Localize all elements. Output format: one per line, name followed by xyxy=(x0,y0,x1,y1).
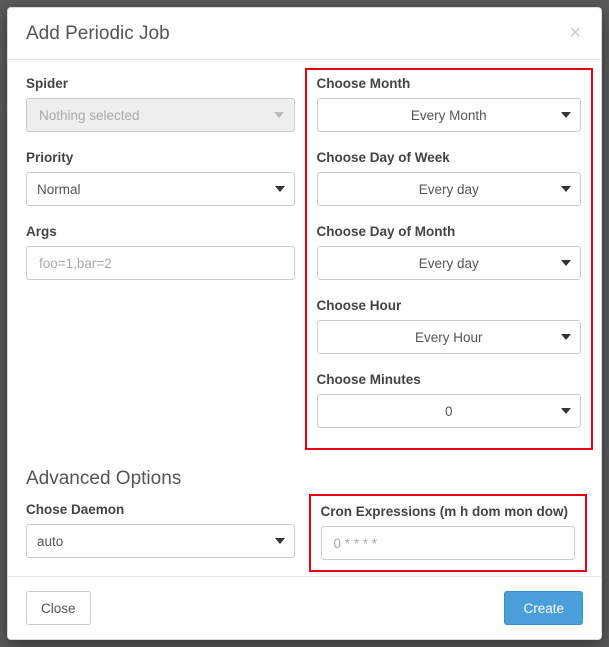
month-group: Choose Month Every Month xyxy=(317,76,582,132)
priority-label: Priority xyxy=(26,150,295,165)
dow-label: Choose Day of Week xyxy=(317,150,582,165)
dom-group: Choose Day of Month Every day xyxy=(317,224,582,280)
minutes-group: Choose Minutes 0 xyxy=(317,372,582,428)
dow-select[interactable]: Every day xyxy=(317,172,582,206)
cron-group: Cron Expressions (m h dom mon dow) xyxy=(321,504,576,560)
advanced-options-title: Advanced Options xyxy=(26,468,583,490)
spider-select[interactable]: Nothing selected xyxy=(26,98,295,132)
daemon-select[interactable]: auto xyxy=(26,524,295,558)
modal-body: Spider Nothing selected Priority Normal xyxy=(8,60,601,576)
daemon-group: Chose Daemon auto xyxy=(26,502,295,558)
minutes-label: Choose Minutes xyxy=(317,372,582,387)
background-text: j xyxy=(2,48,5,63)
close-icon[interactable]: × xyxy=(567,23,583,43)
schedule-highlight-box: Choose Month Every Month Choose Day of W… xyxy=(305,68,594,450)
cron-label: Cron Expressions (m h dom mon dow) xyxy=(321,504,576,519)
daemon-column: Chose Daemon auto xyxy=(26,502,295,576)
hour-select[interactable]: Every Hour xyxy=(317,320,582,354)
minutes-select[interactable]: 0 xyxy=(317,394,582,428)
dow-group: Choose Day of Week Every day xyxy=(317,150,582,206)
chevron-down-icon xyxy=(274,112,284,118)
modal-title: Add Periodic Job xyxy=(26,23,170,45)
create-button[interactable]: Create xyxy=(504,591,583,625)
left-column: Spider Nothing selected Priority Normal xyxy=(26,76,295,450)
spider-group: Spider Nothing selected xyxy=(26,76,295,132)
dom-label: Choose Day of Month xyxy=(317,224,582,239)
priority-select[interactable]: Normal xyxy=(26,172,295,206)
spider-select-value: Nothing selected xyxy=(39,108,140,123)
close-button[interactable]: Close xyxy=(26,591,91,625)
hour-label: Choose Hour xyxy=(317,298,582,313)
spider-label: Spider xyxy=(26,76,295,91)
add-periodic-job-modal: Add Periodic Job × Spider Nothing select… xyxy=(7,7,602,640)
right-column: Choose Month Every Month Choose Day of W… xyxy=(315,76,584,450)
daemon-label: Chose Daemon xyxy=(26,502,295,517)
priority-group: Priority Normal xyxy=(26,150,295,206)
cron-input[interactable] xyxy=(321,526,576,560)
modal-footer: Close Create xyxy=(8,576,601,639)
cron-column: Cron Expressions (m h dom mon dow) xyxy=(315,502,584,576)
month-select[interactable]: Every Month xyxy=(317,98,582,132)
args-label: Args xyxy=(26,224,295,239)
dom-select[interactable]: Every day xyxy=(317,246,582,280)
args-group: Args xyxy=(26,224,295,280)
month-label: Choose Month xyxy=(317,76,582,91)
cron-highlight-box: Cron Expressions (m h dom mon dow) xyxy=(309,494,588,572)
modal-header: Add Periodic Job × xyxy=(8,8,601,60)
args-input[interactable] xyxy=(26,246,295,280)
hour-group: Choose Hour Every Hour xyxy=(317,298,582,354)
